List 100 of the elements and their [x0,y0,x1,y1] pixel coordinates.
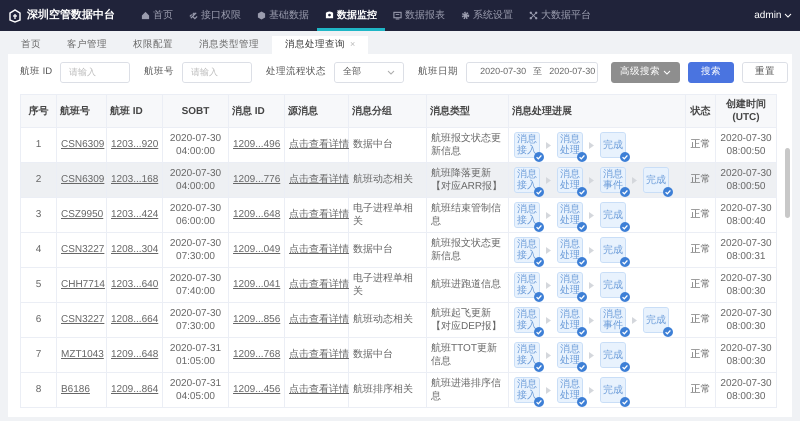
table-cell: 正常 [690,244,710,256]
arrow-icon [546,176,551,184]
table-cell: 正常 [690,349,710,360]
table-cell: 正常 [690,279,710,290]
check-icon [534,257,544,267]
table-cell: 数据中台 [353,244,393,256]
arrow-icon [589,352,594,358]
arrow-icon [589,212,594,218]
table-cell: 2020-07-30 07:30:00 [170,308,222,332]
table-cell: 航班动态相关 [353,314,413,326]
check-icon [534,187,544,197]
table-cell: 2020-07-30 08:00:30 [720,342,772,367]
tab[interactable]: 消息处理查询 × [272,36,368,54]
arrow-icon [546,282,551,288]
check-icon [620,397,630,407]
table-cell: 航班动态相关 [353,174,413,186]
nav-item[interactable]: 数据报表 [385,0,453,31]
link[interactable]: B6186 [61,384,90,396]
table-cell: 航班TTOT更新信息 [431,342,497,367]
arrow-icon [632,316,637,324]
table-cell: 1 [36,139,42,150]
field-label: 航班号 [144,64,174,79]
field-label: 处理流程状态 [266,64,326,79]
column-header: 序号 [20,94,56,128]
table-cell: 电子进程单相关 [353,202,413,227]
nav-item[interactable]: 系统设置 [453,0,521,31]
table-cell: 2020-07-30 08:00:30 [720,308,772,332]
check-icon [577,187,587,197]
input-field[interactable]: 请输入 [60,62,130,82]
user-menu[interactable]: admin [754,8,792,23]
table-cell: 正常 [690,139,710,150]
search-button[interactable]: 搜索 [688,62,734,82]
home-icon [141,11,150,20]
check-icon [534,152,544,162]
nav-item[interactable]: 大数据平台 [521,0,599,31]
table-cell: 2020-07-30 08:00:31 [720,238,772,262]
table-cell: 2 [36,174,42,186]
table-cell: 数据中台 [353,349,393,360]
table-cell: 2020-07-30 08:00:40 [720,202,772,227]
date-range-field[interactable]: 2020-07-30 至 2020-07-30 [466,62,598,82]
column-header: 消息处理进展 [508,94,686,128]
table-cell: 航班降落更新【对应ARR报】 [431,168,502,192]
scrollbar[interactable] [785,148,790,218]
check-icon [577,362,587,372]
table-cell: 2020-07-30 07:40:00 [170,272,222,297]
table-cell: 2020-07-30 08:00:30 [720,378,772,402]
table-cell: 正常 [690,384,710,396]
caret-icon [663,70,672,74]
table-cell: 2020-07-30 08:00:50 [720,168,772,192]
select-field[interactable]: 全部 [334,62,404,82]
column-header: 消息类型 [426,94,508,128]
table-cell: 2020-07-30 08:00:30 [720,272,772,297]
tab[interactable]: 客户管理 [54,36,120,54]
arrow-icon [589,386,594,394]
table-cell: 4 [36,244,42,256]
table-cell: 数据中台 [353,139,393,150]
check-icon [577,397,587,407]
arrow-icon [632,176,637,184]
nav-item[interactable]: 接口权限 [181,0,249,31]
check-icon [620,362,630,372]
table-cell: 2020-07-30 07:30:00 [170,238,222,262]
table-cell: 航班报文状态更新信息 [431,132,501,157]
table-cell: 正常 [690,174,710,186]
table-cell: 航班起飞更新【对应DEP报】 [431,308,502,332]
table-cell: 2020-07-31 01:05:00 [170,342,222,367]
tab[interactable]: 消息类型管理 [186,36,272,54]
arrow-icon [589,282,594,288]
input-field[interactable]: 请输入 [182,62,252,82]
check-icon [534,222,544,232]
column-header: 消息分组 [348,94,426,128]
nav-item[interactable]: 数据监控 [317,0,385,31]
table-cell: 5 [36,279,42,290]
tab[interactable]: 首页 [8,36,54,54]
arrow-icon [546,246,551,254]
check-icon [620,292,630,302]
nav-item[interactable]: 基础数据 [249,0,317,31]
arrow-icon [546,352,551,358]
field-label: 航班 ID [20,64,52,79]
logo-icon [8,8,22,22]
nav-item[interactable]: 首页 [133,0,181,31]
table-cell: 2020-07-31 04:05:00 [170,378,222,402]
link-icon [189,11,198,20]
check-icon [620,257,630,267]
check-icon [534,292,544,302]
column-header: 航班号 [56,94,106,128]
advanced-search-button[interactable]: 高级搜索 [611,62,680,82]
report-icon [393,11,402,20]
table-cell: 正常 [690,209,710,220]
reset-button[interactable]: 重置 [742,62,788,82]
check-icon [577,152,587,162]
tab[interactable]: 权限配置 [120,36,186,54]
check-icon [534,362,544,372]
table-cell: 7 [36,349,42,360]
table-cell: 航班进港排序信息 [431,378,501,402]
check-icon [534,327,544,337]
arrow-icon [546,316,551,324]
table-cell: 2020-07-30 04:00:00 [170,168,222,192]
cube-icon [257,11,266,20]
table-cell: 8 [36,384,42,396]
check-icon [577,257,587,267]
